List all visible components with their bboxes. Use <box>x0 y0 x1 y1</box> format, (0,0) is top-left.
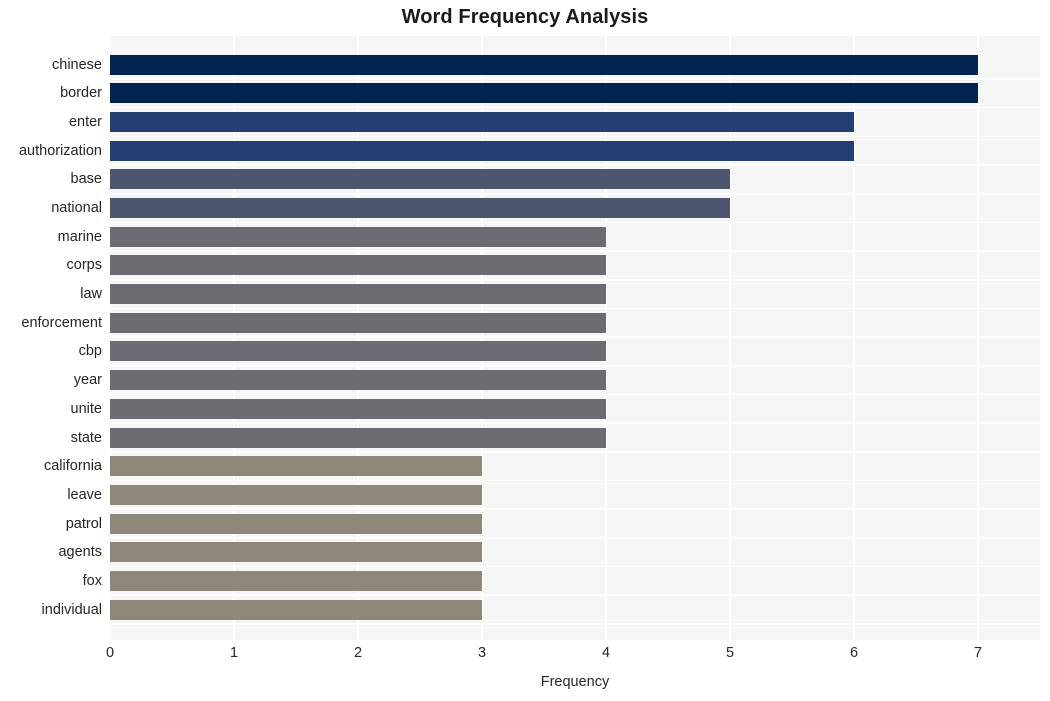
bar-base <box>110 169 730 190</box>
horizontal-gridline <box>110 106 1040 109</box>
x-axis-tick-0: 0 <box>105 645 115 661</box>
horizontal-gridline <box>110 451 1040 453</box>
bar-enforcement <box>110 312 606 333</box>
x-axis-tick-6: 6 <box>849 645 859 661</box>
horizontal-gridline <box>110 479 1040 482</box>
horizontal-gridline <box>110 164 1040 166</box>
y-axis-label-enter: enter <box>68 114 102 131</box>
bar-fox <box>110 570 482 591</box>
y-axis-label-base: base <box>70 171 102 188</box>
chart-title: Word Frequency Analysis <box>401 6 649 28</box>
horizontal-gridline <box>110 250 1040 252</box>
y-axis-label-corps: corps <box>66 257 102 274</box>
x-axis-tick-labels: 0 1 2 3 4 5 6 7 <box>0 645 1050 669</box>
x-axis-tick-4: 4 <box>601 645 611 661</box>
bar-year <box>110 370 606 391</box>
bar-state <box>110 427 606 448</box>
x-axis-tick-2: 2 <box>353 645 363 661</box>
y-axis-label-unite: unite <box>70 400 102 417</box>
horizontal-gridline <box>110 623 1040 625</box>
y-axis-label-agents: agents <box>58 544 102 561</box>
y-axis-tick-labels: chinese border enter authorization base natio… <box>0 36 102 640</box>
y-axis-label-authorization: authorization <box>18 142 102 159</box>
bar-california <box>110 456 482 477</box>
bar-corps <box>110 255 606 276</box>
y-axis-label-national: national <box>51 200 102 217</box>
y-axis-label-state: state <box>70 429 102 446</box>
horizontal-gridline <box>110 422 1040 424</box>
bar-national <box>110 198 730 219</box>
bar-law <box>110 284 606 305</box>
horizontal-gridline <box>110 307 1040 310</box>
horizontal-gridline <box>110 594 1040 597</box>
horizontal-gridline <box>110 192 1040 195</box>
y-axis-label-year: year <box>73 372 102 389</box>
y-axis-label-individual: individual <box>41 601 102 618</box>
horizontal-gridline <box>110 78 1040 80</box>
y-axis-label-enforcement: enforcement <box>21 314 102 331</box>
horizontal-gridline <box>110 365 1040 367</box>
horizontal-gridline <box>110 221 1040 224</box>
x-axis-title: Frequency <box>540 674 610 690</box>
y-axis-label-marine: marine <box>57 228 102 245</box>
bar-agents <box>110 542 482 563</box>
y-axis-label-leave: leave <box>67 486 102 503</box>
x-axis-tick-5: 5 <box>725 645 735 661</box>
word-frequency-bar-chart: Word Frequency Analysis chinese border ent… <box>0 0 1050 701</box>
y-axis-label-border: border <box>60 85 102 102</box>
x-axis-tick-3: 3 <box>477 645 487 661</box>
y-axis-label-chinese: chinese <box>52 56 102 73</box>
y-axis-label-patrol: patrol <box>65 515 102 532</box>
x-axis-tick-7: 7 <box>973 645 983 661</box>
bar-leave <box>110 484 482 505</box>
bar-patrol <box>110 513 482 534</box>
horizontal-gridline <box>110 508 1040 510</box>
bar-individual <box>110 599 482 620</box>
plot-area <box>110 36 1040 640</box>
y-axis-label-cbp: cbp <box>78 343 102 360</box>
horizontal-gridline <box>110 278 1040 281</box>
horizontal-gridline <box>110 565 1040 568</box>
y-axis-label-california: california <box>43 458 102 475</box>
horizontal-gridline <box>110 537 1040 539</box>
x-axis-tick-1: 1 <box>229 645 239 661</box>
bar-unite <box>110 398 606 419</box>
bar-cbp <box>110 341 606 362</box>
horizontal-gridline <box>110 393 1040 396</box>
y-axis-label-law: law <box>80 286 102 303</box>
bar-authorization <box>110 140 854 161</box>
horizontal-gridline <box>110 336 1040 338</box>
bar-border <box>110 83 978 104</box>
vertical-gridline <box>977 36 979 640</box>
bar-chinese <box>110 54 978 75</box>
horizontal-gridline <box>110 135 1040 138</box>
y-axis-label-fox: fox <box>82 572 102 589</box>
bar-marine <box>110 226 606 247</box>
bar-enter <box>110 112 854 133</box>
